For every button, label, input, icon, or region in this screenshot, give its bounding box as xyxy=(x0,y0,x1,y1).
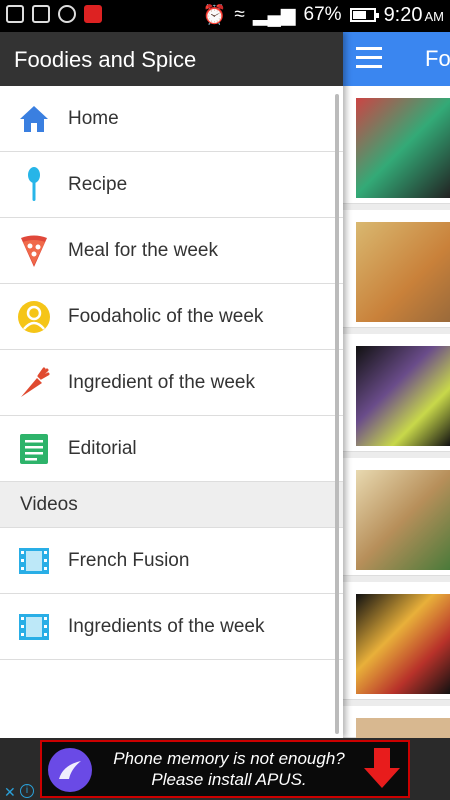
signal-icon: ▂▄▆ xyxy=(252,4,296,26)
feed-thumbnail xyxy=(356,98,450,198)
home-icon xyxy=(0,104,68,134)
down-arrow-icon xyxy=(362,746,402,795)
clock: 9:20 AM xyxy=(383,3,444,26)
feed-thumbnail xyxy=(356,718,450,738)
whatsapp-icon xyxy=(58,5,76,23)
ad-banner[interactable]: Phone memory is not enough? Please insta… xyxy=(0,738,450,800)
section-header-videos: Videos xyxy=(0,482,343,528)
app-toolbar: Fo xyxy=(343,32,450,86)
battery-percentage: 67% xyxy=(303,4,342,25)
apus-logo-icon xyxy=(48,748,92,792)
menu-icon[interactable] xyxy=(356,47,382,68)
spoon-icon xyxy=(0,166,68,203)
drawer-item-ingredient-of-the-week[interactable]: Ingredient of the week xyxy=(0,350,343,416)
drawer-item-label: French Fusion xyxy=(68,549,190,571)
app-title: Fo xyxy=(425,46,450,71)
feed-item[interactable] xyxy=(343,334,450,452)
navigation-drawer: Foodies and Spice Home Recipe Meal for t… xyxy=(0,32,343,738)
drawer-item-home[interactable]: Home xyxy=(0,86,343,152)
feed-thumbnail xyxy=(356,470,450,570)
battery-icon xyxy=(349,8,379,22)
alarm-icon: ⏰ xyxy=(202,5,227,26)
photo-icon xyxy=(32,5,50,23)
drawer-item-meal-for-the-week[interactable]: Meal for the week xyxy=(0,218,343,284)
wifi-icon: ≈ xyxy=(234,4,245,25)
drawer-item-label: Ingredients of the week xyxy=(68,615,265,637)
ad-text: Phone memory is not enough? Please insta… xyxy=(104,748,354,790)
feed-thumbnail xyxy=(356,594,450,694)
drawer-item-label: Home xyxy=(68,107,119,129)
drawer-item-editorial[interactable]: Editorial xyxy=(0,416,343,482)
notification-icons xyxy=(6,5,102,23)
drawer-item-label: Foodaholic of the week xyxy=(68,305,264,327)
close-ad-icon[interactable]: ✕ xyxy=(4,784,16,800)
drawer-item-label: Editorial xyxy=(68,437,137,459)
drawer-header: Foodies and Spice xyxy=(0,32,343,86)
status-bar: ⏰ ≈ ▂▄▆ 67% 9:20 AM xyxy=(0,0,450,32)
feed-item[interactable] xyxy=(343,86,450,204)
drawer-item-label: Meal for the week xyxy=(68,239,218,261)
drawer-item-french-fusion[interactable]: French Fusion xyxy=(0,528,343,594)
feed-item[interactable] xyxy=(343,458,450,576)
carrot-icon xyxy=(0,366,68,400)
drawer-item-recipe[interactable]: Recipe xyxy=(0,152,343,218)
ad-line-2: Please install APUS. xyxy=(151,770,307,789)
drawer-item-foodaholic-of-the-week[interactable]: Foodaholic of the week xyxy=(0,284,343,350)
feed-thumbnail xyxy=(356,346,450,446)
film-icon xyxy=(0,547,68,575)
gallery-icon xyxy=(6,5,24,23)
ad-info-icon[interactable]: i xyxy=(20,784,34,798)
feed-item[interactable] xyxy=(343,706,450,738)
drawer-item-ingredients-of-the-week[interactable]: Ingredients of the week xyxy=(0,594,343,660)
feed-item[interactable] xyxy=(343,582,450,700)
document-icon xyxy=(0,433,68,465)
drawer-item-label: Recipe xyxy=(68,173,128,195)
background-feed: Fo xyxy=(343,32,450,738)
drawer-scrollbar[interactable] xyxy=(335,94,339,734)
ad-line-1: Phone memory is not enough? xyxy=(113,749,345,768)
ad-content[interactable]: Phone memory is not enough? Please insta… xyxy=(40,740,410,798)
feed-item[interactable] xyxy=(343,210,450,328)
drawer-item-label: Ingredient of the week xyxy=(68,371,255,393)
user-icon xyxy=(0,300,68,334)
film-icon xyxy=(0,613,68,641)
feed-thumbnail xyxy=(356,222,450,322)
pizza-icon xyxy=(0,234,68,268)
app-notification-icon xyxy=(84,5,102,23)
